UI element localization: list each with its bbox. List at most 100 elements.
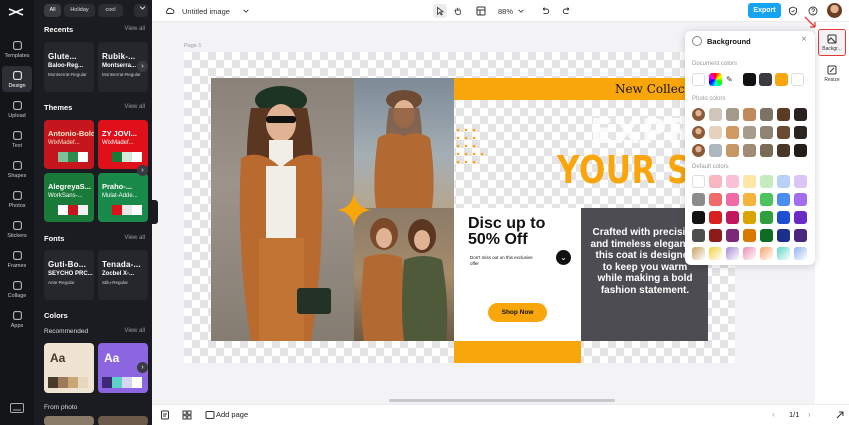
default-gradient-swatch[interactable]: [692, 247, 705, 260]
description-text[interactable]: Crafted with precision and timeless eleg…: [590, 227, 700, 296]
shield-button[interactable]: [787, 4, 799, 18]
next-page-button[interactable]: ›: [808, 410, 811, 419]
default-color-swatch[interactable]: [760, 211, 773, 224]
color-picker-swatch[interactable]: [709, 73, 722, 86]
banner-title[interactable]: New Collect: [615, 82, 689, 96]
default-color-swatch[interactable]: [709, 175, 722, 188]
photo-color-swatch[interactable]: [743, 126, 756, 139]
hand-tool-button[interactable]: [452, 4, 464, 18]
colors-view-all-link[interactable]: View all: [124, 328, 145, 334]
default-color-swatch[interactable]: [760, 229, 773, 242]
photo-color-swatch[interactable]: [726, 108, 739, 121]
redo-button[interactable]: [561, 4, 573, 18]
default-color-swatch[interactable]: [777, 229, 790, 242]
default-gradient-swatch[interactable]: [743, 247, 756, 260]
font-tile-1[interactable]: Guti-Bo... SEYCHO PRC... Ante-Regular: [44, 250, 94, 300]
photo-color-swatch[interactable]: [777, 108, 790, 121]
recents-next-button[interactable]: ›: [137, 61, 148, 72]
rail-item-frames[interactable]: Frames: [2, 246, 32, 272]
discount-note[interactable]: Don't miss out on this exclusive offer: [470, 255, 540, 267]
default-color-swatch[interactable]: [794, 175, 807, 188]
default-color-swatch[interactable]: [726, 175, 739, 188]
recent-font-tile-1[interactable]: Glute... Baloo-Reg... Montserrat-Regular: [44, 42, 94, 92]
rail-item-shapes[interactable]: Shapes: [2, 156, 32, 182]
default-color-swatch[interactable]: [692, 175, 705, 188]
expand-icon[interactable]: [836, 411, 844, 419]
photo-color-swatch[interactable]: [794, 144, 807, 157]
photo-color-swatch[interactable]: [794, 126, 807, 139]
document-color-swatch[interactable]: [791, 73, 804, 86]
horizontal-scrollbar[interactable]: [389, 399, 615, 402]
resize-rail-button[interactable]: Resize: [818, 60, 846, 87]
document-color-swatch[interactable]: [759, 73, 772, 86]
photo-palette-tile-2[interactable]: [98, 416, 148, 425]
photo-color-swatch[interactable]: [777, 144, 790, 157]
photo-color-swatch[interactable]: [794, 108, 807, 121]
rail-item-apps[interactable]: Apps: [2, 306, 32, 332]
default-color-swatch[interactable]: [692, 211, 705, 224]
default-color-swatch[interactable]: [726, 193, 739, 206]
photo-color-swatch[interactable]: [743, 144, 756, 157]
chevron-down-circle-icon[interactable]: ⌄: [556, 250, 571, 265]
document-color-swatch[interactable]: [775, 73, 788, 86]
rail-item-templates[interactable]: Templates: [2, 36, 32, 62]
default-color-swatch[interactable]: [760, 193, 773, 206]
default-color-swatch[interactable]: [777, 193, 790, 206]
photo-color-swatch[interactable]: [743, 108, 756, 121]
rail-item-photos[interactable]: Photos: [2, 186, 32, 212]
cloud-save-icon[interactable]: [164, 4, 176, 18]
model-photo-main[interactable]: [211, 78, 354, 341]
photo-color-swatch[interactable]: [709, 108, 722, 121]
photo-thumb-swatch[interactable]: [692, 126, 705, 139]
default-color-swatch[interactable]: [709, 211, 722, 224]
default-color-swatch[interactable]: [743, 175, 756, 188]
default-color-swatch[interactable]: [709, 193, 722, 206]
model-photo-top[interactable]: [354, 78, 454, 208]
default-color-swatch[interactable]: [692, 193, 705, 206]
default-color-swatch[interactable]: [743, 193, 756, 206]
document-color-swatch[interactable]: [743, 73, 756, 86]
default-color-swatch[interactable]: [726, 211, 739, 224]
default-color-swatch[interactable]: [777, 175, 790, 188]
dots-pattern[interactable]: [456, 128, 488, 168]
photo-palette-tile-1[interactable]: [44, 416, 94, 425]
sparkle-shape[interactable]: [337, 193, 371, 227]
colors-next-button[interactable]: ›: [137, 362, 148, 373]
rail-item-stickers[interactable]: Stickers: [2, 216, 32, 242]
fonts-view-all-link[interactable]: View all: [124, 235, 145, 241]
default-color-swatch[interactable]: [794, 229, 807, 242]
rail-item-upload[interactable]: Upload: [2, 96, 32, 122]
collapse-panel-handle[interactable]: [152, 200, 158, 224]
discount-line-2[interactable]: 50% Off: [468, 231, 528, 249]
theme-tile-3[interactable]: AlegreyaS... WorkSans-...: [44, 173, 94, 222]
shop-now-button[interactable]: Shop Now: [488, 303, 547, 322]
photo-color-swatch[interactable]: [726, 126, 739, 139]
add-page-button[interactable]: Add page: [216, 410, 248, 419]
default-color-swatch[interactable]: [743, 229, 756, 242]
eyedropper-icon[interactable]: ✎: [726, 75, 733, 84]
theme-tile-1[interactable]: Antonio-Bold WixMadef...: [44, 120, 94, 169]
photo-color-swatch[interactable]: [760, 126, 773, 139]
photo-thumb-swatch[interactable]: [692, 144, 705, 157]
default-color-swatch[interactable]: [794, 211, 807, 224]
default-color-swatch[interactable]: [794, 193, 807, 206]
filter-chip-holiday[interactable]: Holiday: [64, 4, 95, 17]
default-color-swatch[interactable]: [726, 229, 739, 242]
background-rail-button[interactable]: Backgr...: [818, 29, 846, 56]
default-color-swatch[interactable]: [760, 175, 773, 188]
rail-item-collage[interactable]: Collage: [2, 276, 32, 302]
recents-view-all-link[interactable]: View all: [124, 26, 145, 32]
photo-thumb-swatch[interactable]: [692, 108, 705, 121]
font-tile-2[interactable]: Tenada-... Zocbel X-... Stilu-Regular: [98, 250, 148, 300]
zoom-level[interactable]: 88%: [498, 4, 513, 18]
default-gradient-swatch[interactable]: [777, 247, 790, 260]
select-tool-button[interactable]: [433, 4, 447, 18]
theme-tile-2[interactable]: ZY JOVI... WixMadef...: [98, 120, 148, 169]
default-gradient-swatch[interactable]: [760, 247, 773, 260]
default-gradient-swatch[interactable]: [726, 247, 739, 260]
theme-tile-4[interactable]: Praho-... Mulat-Adde...: [98, 173, 148, 222]
user-avatar[interactable]: [827, 3, 842, 18]
themes-view-all-link[interactable]: View all: [124, 104, 145, 110]
filter-chip-all[interactable]: All: [44, 4, 61, 17]
photo-color-swatch[interactable]: [726, 144, 739, 157]
